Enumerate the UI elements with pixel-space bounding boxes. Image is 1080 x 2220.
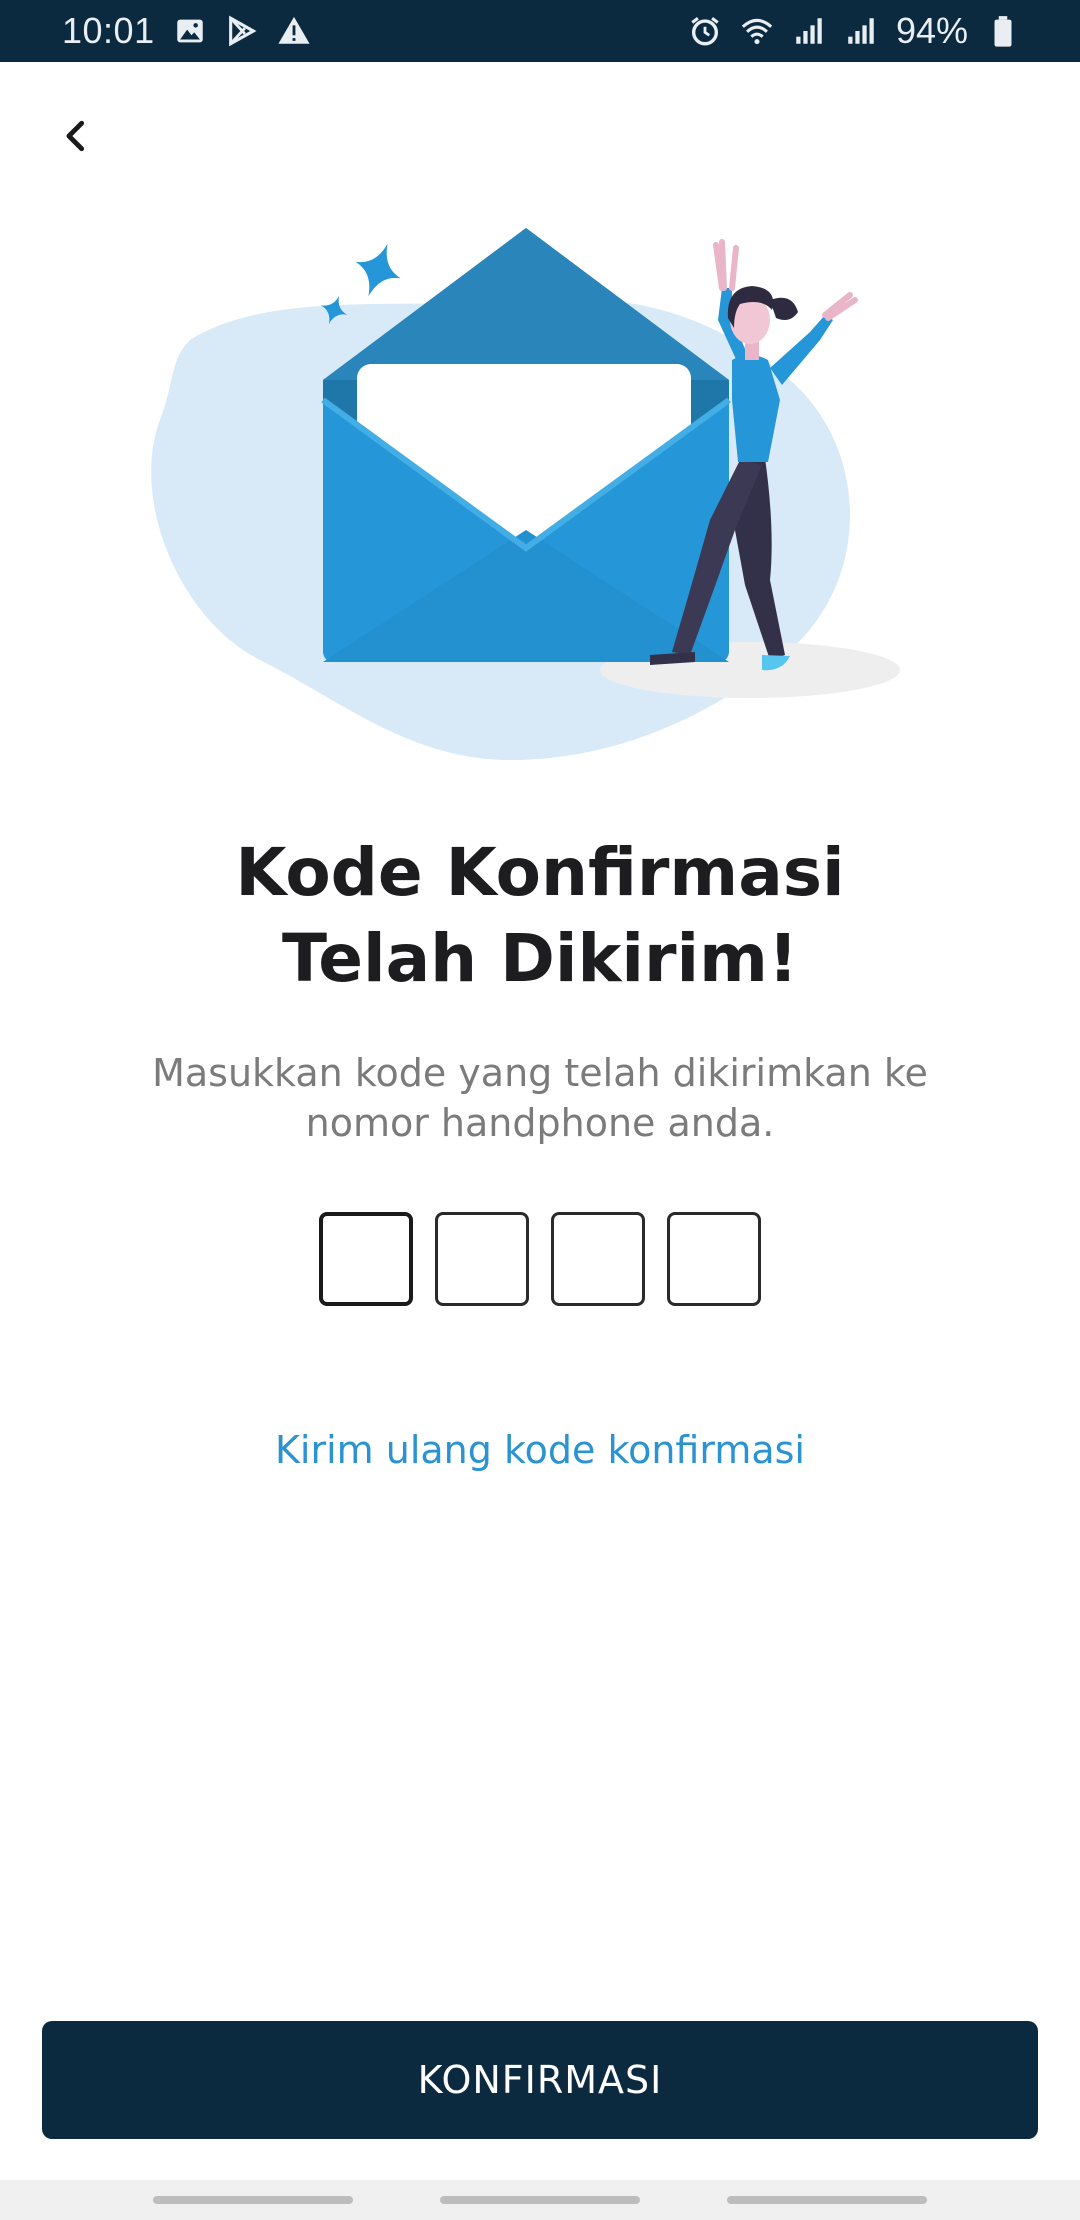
warning-icon <box>277 14 311 48</box>
status-left: 10:01 <box>62 10 311 52</box>
wifi-icon <box>740 14 774 48</box>
confirm-button[interactable]: KONFIRMASI <box>42 2021 1038 2139</box>
otp-digit-1[interactable] <box>319 1212 413 1306</box>
nav-home-button[interactable] <box>439 2196 640 2204</box>
battery-percentage: 94% <box>895 10 968 51</box>
resend-code-link[interactable]: Kirim ulang kode konfirmasi <box>0 1428 1080 1472</box>
signal-icon <box>792 14 826 48</box>
nav-recents-button[interactable] <box>153 2196 354 2204</box>
verification-screen: 10:01 94% Kode Konfirmasi Telah Dikirim!… <box>0 0 1080 2220</box>
otp-digit-2[interactable] <box>435 1212 529 1306</box>
sparkle-large-icon <box>355 243 401 297</box>
battery-icon <box>986 14 1020 48</box>
page-title: Kode Konfirmasi Telah Dikirim! <box>0 830 1080 1002</box>
otp-input-group <box>0 1212 1080 1306</box>
otp-digit-4[interactable] <box>667 1212 761 1306</box>
title-line-2: Telah Dikirim! <box>281 920 799 997</box>
instruction-text: Masukkan kode yang telah dikirimkan ke n… <box>152 1051 928 1145</box>
gallery-icon <box>173 14 207 48</box>
nav-back-button[interactable] <box>726 2196 927 2204</box>
system-navigation-bar <box>0 2180 1080 2220</box>
confirm-button-label: KONFIRMASI <box>417 2058 663 2102</box>
otp-digit-3[interactable] <box>551 1212 645 1306</box>
status-bar: 10:01 94% <box>0 0 1080 62</box>
title-line-1: Kode Konfirmasi <box>235 834 845 911</box>
chevron-left-icon <box>66 120 85 152</box>
play-store-icon <box>225 14 259 48</box>
signal-icon <box>844 14 878 48</box>
status-time: 10:01 <box>62 10 155 51</box>
back-button[interactable] <box>40 100 112 172</box>
alarm-icon <box>688 14 722 48</box>
envelope-celebration-illustration <box>150 200 930 780</box>
status-right: 94% <box>688 10 1020 52</box>
